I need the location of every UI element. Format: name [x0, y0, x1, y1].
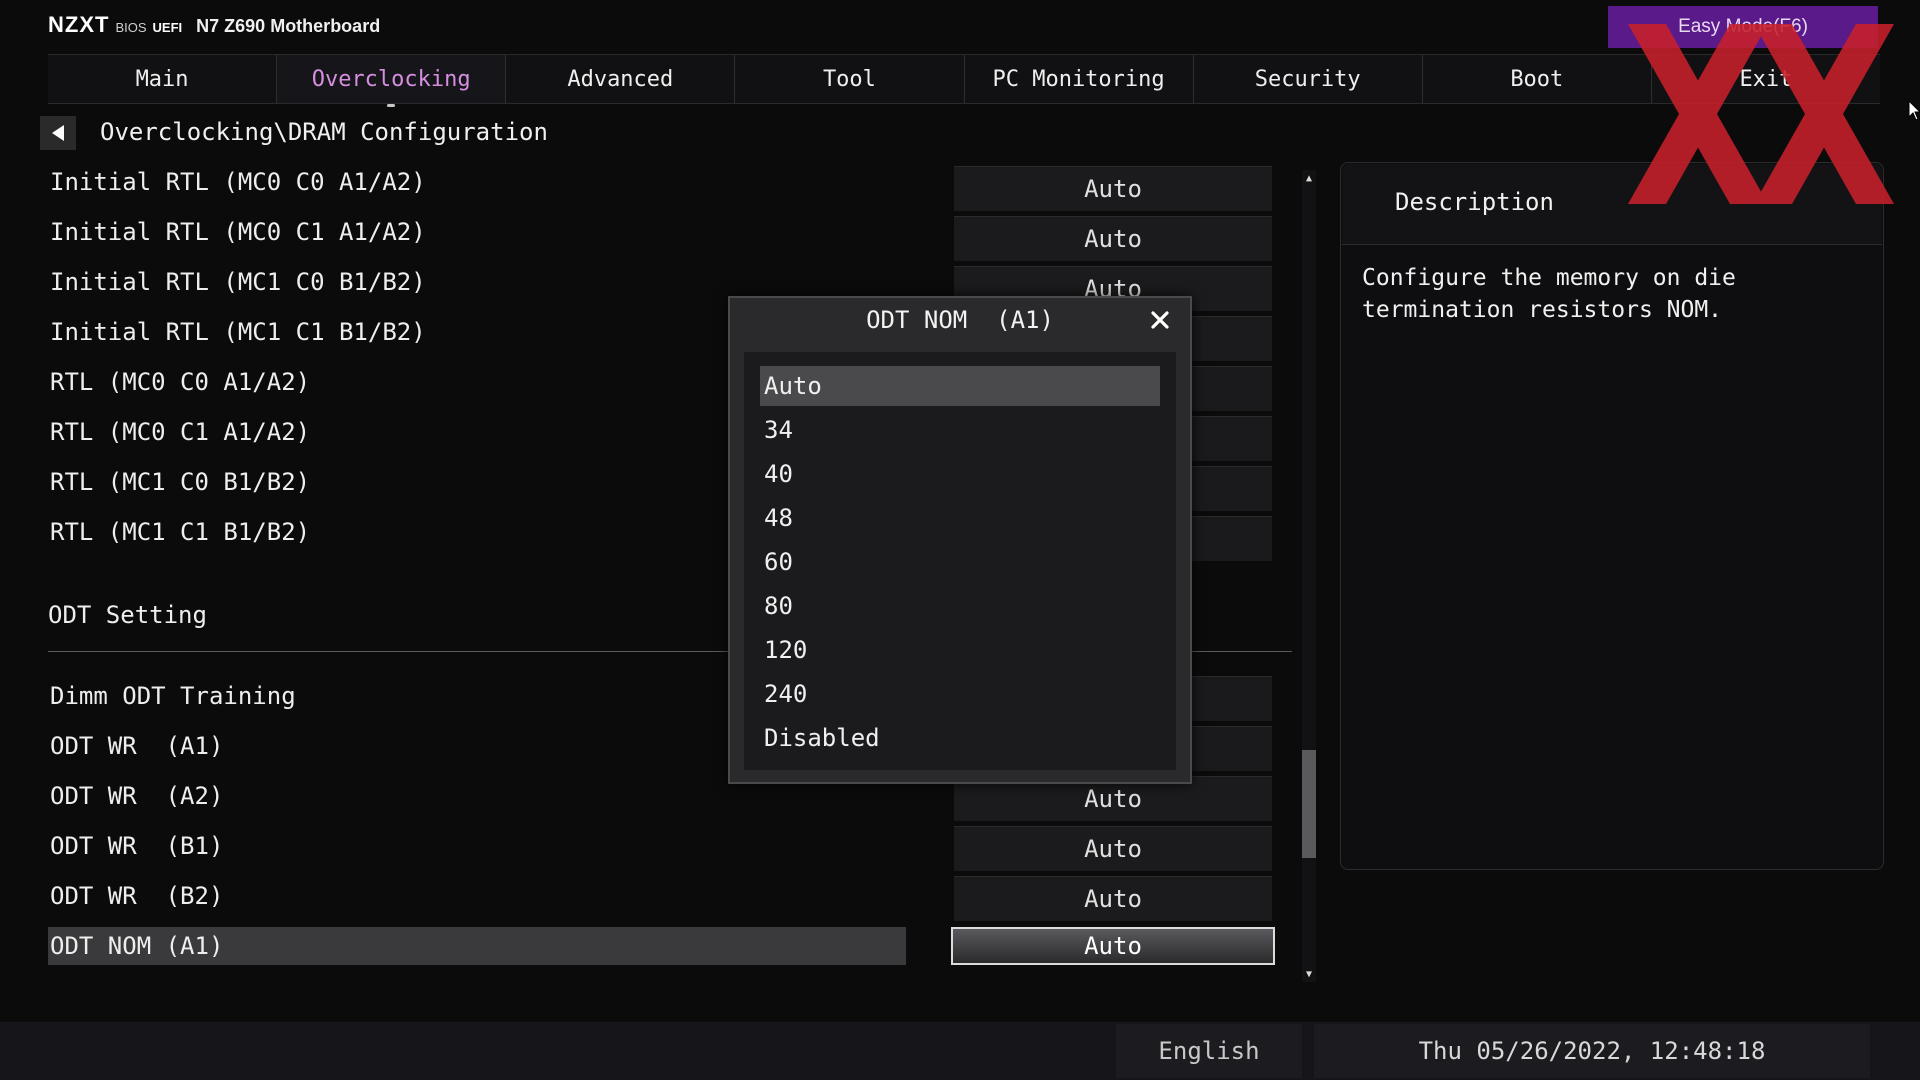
setting-label[interactable]: RTL (MC1 C0 B1/B2) — [50, 468, 310, 496]
main-tabs: Main Overclocking Advanced Tool PC Monit… — [48, 54, 1880, 104]
close-icon[interactable] — [1146, 306, 1174, 334]
section-heading-odt: ODT Setting — [48, 601, 207, 629]
setting-label[interactable]: Initial RTL (MC1 C0 B1/B2) — [50, 268, 426, 296]
setting-label[interactable]: RTL (MC1 C1 B1/B2) — [50, 518, 310, 546]
setting-value[interactable]: Auto — [954, 166, 1272, 211]
motherboard-model: N7 Z690 Motherboard — [196, 16, 381, 36]
scroll-down-icon[interactable]: ▼ — [1302, 966, 1316, 982]
system-clock: Thu 05/26/2022, 12:48:18 — [1314, 1024, 1870, 1078]
back-button[interactable] — [40, 116, 76, 150]
setting-value[interactable]: Auto — [954, 826, 1272, 871]
setting-label[interactable]: Initial RTL (MC1 C1 B1/B2) — [50, 318, 426, 346]
option-item[interactable]: 40 — [760, 454, 1160, 494]
bios-label: BIOS — [115, 20, 147, 35]
tab-overclocking[interactable]: Overclocking — [276, 55, 506, 103]
brand-header: NZXT BIOS UEFI N7 Z690 Motherboard — [48, 12, 380, 40]
option-item[interactable]: 80 — [760, 586, 1160, 626]
setting-label[interactable]: RTL (MC0 C1 A1/A2) — [50, 418, 310, 446]
nzxt-logo: NZXT — [48, 12, 110, 37]
description-text: Configure the memory on die termination … — [1362, 265, 1736, 323]
setting-label[interactable]: Initial RTL (MC0 C1 A1/A2) — [50, 218, 426, 246]
language-button[interactable]: English — [1116, 1024, 1302, 1078]
mouse-pointer-icon — [1908, 100, 1920, 121]
option-item[interactable]: 240 — [760, 674, 1160, 714]
tab-pc-monitoring[interactable]: PC Monitoring — [963, 55, 1193, 103]
setting-label[interactable]: Dimm ODT Training — [50, 682, 296, 710]
setting-label[interactable]: ODT WR (B1) — [50, 832, 223, 860]
option-item[interactable]: 60 — [760, 542, 1160, 582]
tab-main[interactable]: Main — [48, 55, 277, 103]
setting-label-selected[interactable]: ODT NOM (A1) — [50, 932, 223, 960]
description-title: Description — [1395, 188, 1554, 216]
back-arrow-icon — [52, 125, 64, 141]
option-item[interactable]: 48 — [760, 498, 1160, 538]
setting-value[interactable]: Auto — [954, 876, 1272, 921]
watermark-logo — [1628, 24, 1894, 204]
option-item[interactable]: Auto — [760, 366, 1160, 406]
option-item[interactable]: 120 — [760, 630, 1160, 670]
tab-tool[interactable]: Tool — [734, 55, 964, 103]
uefi-label: UEFI — [152, 20, 183, 35]
option-item[interactable]: Disabled — [760, 718, 1160, 758]
setting-value[interactable]: Auto — [954, 216, 1272, 261]
setting-label[interactable]: ODT WR (B2) — [50, 882, 223, 910]
scrollbar-thumb[interactable] — [1302, 750, 1316, 858]
scrollbar-track[interactable] — [1302, 170, 1316, 982]
scroll-up-icon[interactable]: ▲ — [1302, 170, 1316, 186]
tab-boot[interactable]: Boot — [1421, 55, 1651, 103]
setting-label[interactable]: RTL (MC0 C0 A1/A2) — [50, 368, 310, 396]
setting-label[interactable]: ODT WR (A2) — [50, 782, 223, 810]
setting-value-selected[interactable]: Auto — [951, 927, 1275, 965]
tab-security[interactable]: Security — [1192, 55, 1422, 103]
setting-label[interactable]: ODT WR (A1) — [50, 732, 223, 760]
breadcrumb: Overclocking\DRAM Configuration — [100, 118, 548, 146]
dialog-title: ODT NOM (A1) — [866, 306, 1054, 334]
setting-label[interactable]: Initial RTL (MC0 C0 A1/A2) — [50, 168, 426, 196]
tab-advanced[interactable]: Advanced — [505, 55, 735, 103]
option-item[interactable]: 34 — [760, 410, 1160, 450]
